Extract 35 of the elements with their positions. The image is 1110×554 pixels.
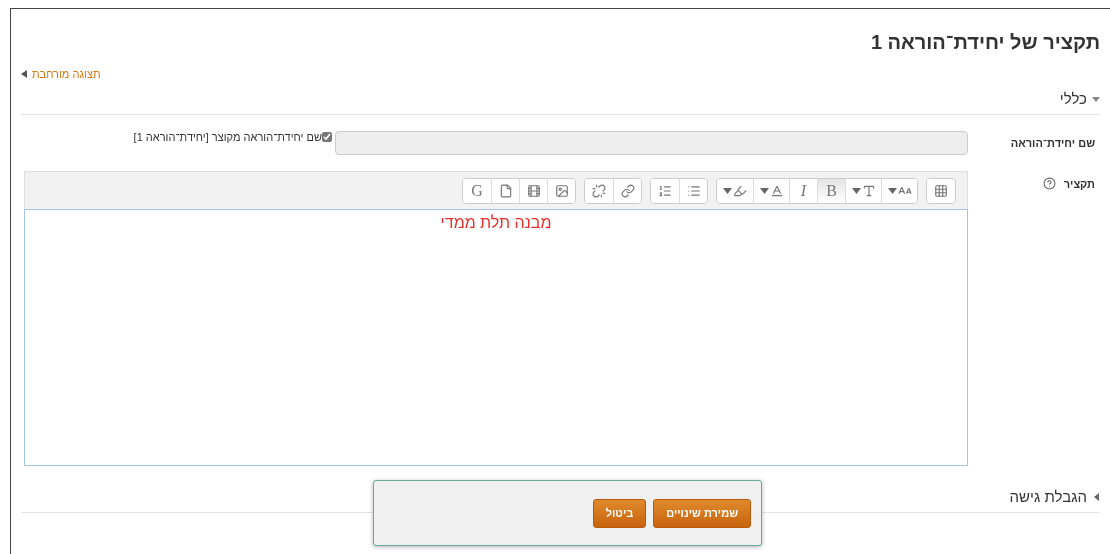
- file-icon: [498, 183, 513, 198]
- table-icon: [934, 183, 948, 198]
- text-style-icon: [861, 183, 876, 198]
- toolbar-button[interactable]: [613, 178, 641, 203]
- collapsed-triangle-icon: [21, 70, 27, 78]
- checkbox[interactable]: [322, 132, 332, 142]
- font-color-icon: [769, 183, 784, 198]
- section-header[interactable]: כללי: [21, 84, 1100, 115]
- toolbar-button[interactable]: [881, 178, 917, 203]
- field-label: תקציר: [1063, 177, 1095, 190]
- page-title: תקציר של יחידת־הוראה 1: [869, 30, 1100, 54]
- dropdown-caret-icon: [887, 187, 897, 194]
- dropdown-caret-icon: [759, 187, 769, 194]
- help-icon[interactable]: [1042, 177, 1056, 190]
- unlink-icon: [592, 183, 606, 198]
- editor-area[interactable]: מבנה תלת ממדי: [24, 209, 968, 466]
- field-label: שם יחידת־הוראה: [1010, 137, 1095, 149]
- image-icon: [554, 183, 569, 198]
- expanded-triangle-icon: [1092, 94, 1100, 103]
- bullet-list-icon: [686, 183, 701, 198]
- save-button[interactable]: שמירת שינויים: [653, 498, 751, 528]
- toolbar-button[interactable]: [547, 178, 575, 203]
- numbered-list-icon: [658, 183, 672, 198]
- film-icon: [526, 183, 541, 198]
- expand-all-link[interactable]: תצוגה מורחבת: [21, 68, 101, 80]
- collapsed-triangle-icon: [1092, 492, 1100, 501]
- editor-text: מבנה תלת ממדי: [440, 214, 552, 232]
- highlighter-icon: [733, 183, 747, 198]
- dropdown-caret-icon: [723, 187, 732, 194]
- toolbar-button[interactable]: B: [817, 178, 845, 203]
- cancel-button[interactable]: ביטול: [592, 498, 647, 528]
- dropdown-caret-icon: [851, 187, 861, 194]
- checkbox-label: שם יחידת־הוראה מקוצר [יחידת־הוראה 1]: [133, 131, 322, 143]
- link-icon: [620, 183, 635, 198]
- toolbar-button[interactable]: [927, 178, 955, 203]
